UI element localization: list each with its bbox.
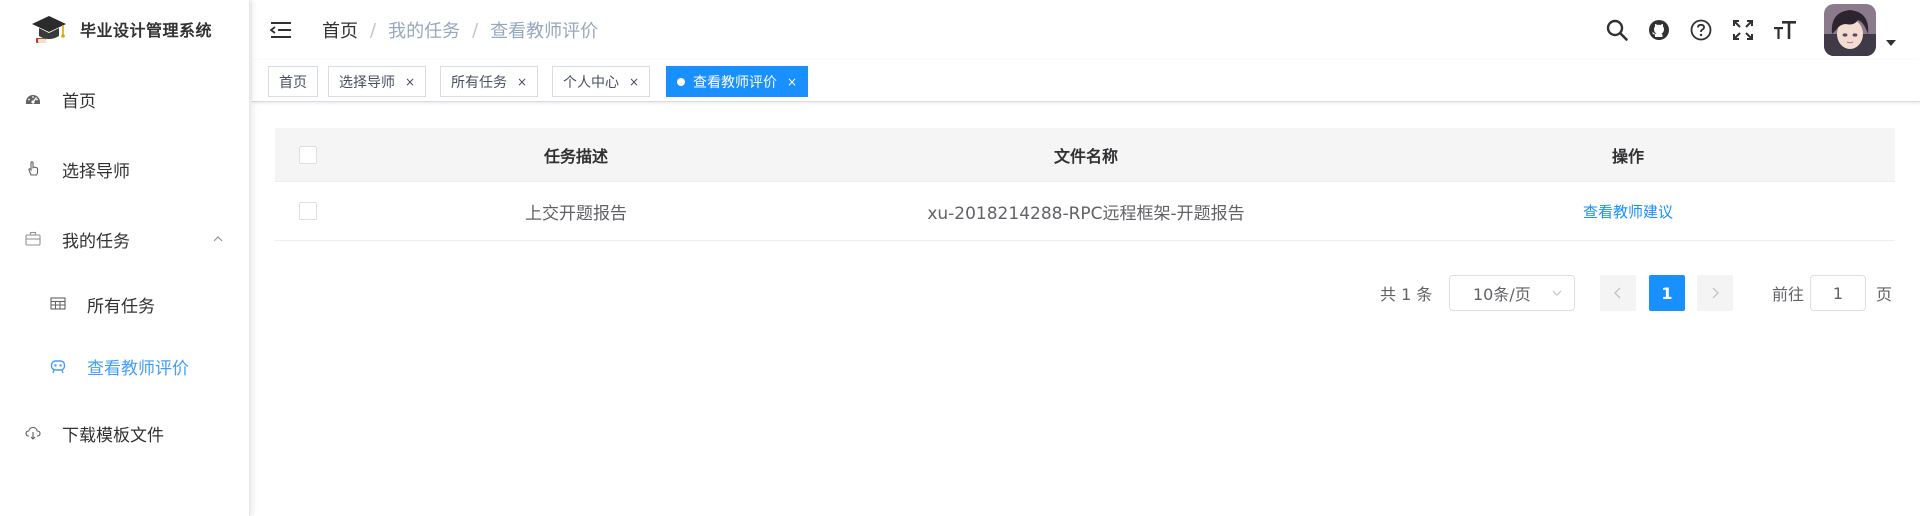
cloud-download-icon xyxy=(24,424,42,442)
breadcrumb-item-home[interactable]: 首页 xyxy=(322,17,358,43)
caret-down-icon[interactable] xyxy=(1886,40,1896,46)
fullscreen-icon[interactable] xyxy=(1730,17,1756,43)
actions-cell: 查看教师建议 xyxy=(1361,182,1895,240)
row-checkbox[interactable] xyxy=(299,202,317,220)
sidebar-item-all-tasks[interactable]: 所有任务 xyxy=(0,289,250,319)
select-all-cell xyxy=(275,128,341,181)
close-icon[interactable]: × xyxy=(405,75,415,89)
sidebar-item-label: 首页 xyxy=(62,91,96,112)
table-icon xyxy=(49,295,67,313)
tag-profile[interactable]: 个人中心 × xyxy=(552,66,651,97)
logo[interactable]: 毕业设计管理系统 xyxy=(0,0,249,58)
active-dot-icon xyxy=(677,77,685,86)
tag-label: 选择导师 xyxy=(339,74,395,91)
row-select-cell xyxy=(275,182,341,240)
avatar-image xyxy=(1824,4,1876,56)
page-number-button[interactable]: 1 xyxy=(1649,275,1685,311)
robot-icon xyxy=(49,357,67,375)
column-header-desc: 任务描述 xyxy=(543,146,608,166)
prev-page-button[interactable] xyxy=(1600,275,1636,311)
breadcrumb-separator: / xyxy=(370,19,377,41)
tag-all-tasks[interactable]: 所有任务 × xyxy=(440,66,539,97)
goto-suffix: 页 xyxy=(1876,285,1893,304)
tag-label: 个人中心 xyxy=(563,74,619,91)
sidebar-item-download-templates[interactable]: 下载模板文件 xyxy=(0,418,250,448)
column-header-actions: 操作 xyxy=(1611,146,1644,166)
tag-label: 查看教师评价 xyxy=(693,74,777,91)
close-icon[interactable]: × xyxy=(517,75,527,89)
sidebar-item-label: 查看教师评价 xyxy=(87,358,189,379)
sidebar-item-label: 我的任务 xyxy=(62,231,130,252)
search-icon[interactable] xyxy=(1604,17,1630,43)
navbar: 首页 / 我的任务 / 查看教师评价 xyxy=(252,0,1920,60)
header-icons xyxy=(1604,0,1814,60)
tag-label: 所有任务 xyxy=(451,74,507,91)
table-row: 上交开题报告 xu-2018214288-RPC远程框架-开题报告 查看教师建议 xyxy=(275,182,1895,241)
sidebar-item-my-tasks[interactable]: 我的任务 xyxy=(0,224,250,254)
task-description: 上交开题报告 xyxy=(525,203,627,224)
hand-pointer-icon xyxy=(24,160,42,178)
page-size-select[interactable]: 10条/页 xyxy=(1449,275,1575,311)
goto-page-input[interactable] xyxy=(1810,275,1866,311)
chevron-down-icon xyxy=(1552,290,1562,296)
tag-select-tutor[interactable]: 选择导师 × xyxy=(328,66,427,97)
breadcrumb-separator: / xyxy=(472,19,479,41)
sidebar-item-label: 下载模板文件 xyxy=(62,425,164,446)
sidebar-item-label: 选择导师 xyxy=(62,161,130,182)
chevron-up-icon xyxy=(213,236,223,242)
breadcrumb-item-my-tasks: 我的任务 xyxy=(388,21,461,42)
breadcrumb-item-current: 查看教师评价 xyxy=(490,21,599,42)
app-title: 毕业设计管理系统 xyxy=(80,21,213,40)
goto-label: 前往 xyxy=(1772,285,1805,304)
tag-label: 首页 xyxy=(279,74,307,91)
pagination: 共 1 条 10条/页 1 前往 页 xyxy=(1380,275,1900,311)
sidebar: 毕业设计管理系统 首页 选择导师 我的任务 所有任务 查看教师评价 下载模板文件 xyxy=(0,0,250,516)
briefcase-icon xyxy=(24,230,42,248)
tag-teacher-evaluation[interactable]: 查看教师评价 × xyxy=(666,66,809,97)
tag-home[interactable]: 首页 xyxy=(268,66,318,97)
table-header: 任务描述 文件名称 操作 xyxy=(275,128,1895,182)
sidebar-item-select-tutor[interactable]: 选择导师 xyxy=(0,154,250,184)
page-size-value: 10条/页 xyxy=(1473,285,1531,304)
column-header-file: 文件名称 xyxy=(1053,146,1118,166)
sidebar-item-teacher-evaluation[interactable]: 查看教师评价 xyxy=(0,351,250,381)
file-name: xu-2018214288-RPC远程框架-开题报告 xyxy=(927,203,1245,224)
github-icon[interactable] xyxy=(1646,17,1672,43)
dashboard-icon xyxy=(24,90,42,108)
font-size-icon[interactable] xyxy=(1772,17,1798,43)
tags-view: 首页 选择导师 × 所有任务 × 个人中心 × 查看教师评价 × xyxy=(252,60,1920,102)
select-all-checkbox[interactable] xyxy=(299,145,317,164)
hamburger-menu-icon[interactable] xyxy=(270,19,292,41)
help-icon[interactable] xyxy=(1688,17,1714,43)
view-teacher-advice-button[interactable]: 查看教师建议 xyxy=(1583,201,1673,222)
next-page-button[interactable] xyxy=(1697,275,1733,311)
chevron-left-icon xyxy=(1614,287,1621,299)
sidebar-item-home[interactable]: 首页 xyxy=(0,84,250,114)
chevron-right-icon xyxy=(1712,287,1719,299)
close-icon[interactable]: × xyxy=(629,75,639,89)
graduation-cap-icon xyxy=(32,16,66,43)
breadcrumb: 首页 / 我的任务 / 查看教师评价 xyxy=(322,0,598,60)
close-icon[interactable]: × xyxy=(787,75,797,89)
pagination-total: 共 1 条 xyxy=(1380,285,1433,304)
task-table: 任务描述 文件名称 操作 上交开题报告 xu-2018214288-RPC远程框… xyxy=(275,128,1895,241)
sidebar-item-label: 所有任务 xyxy=(87,296,155,317)
avatar[interactable] xyxy=(1824,4,1876,56)
